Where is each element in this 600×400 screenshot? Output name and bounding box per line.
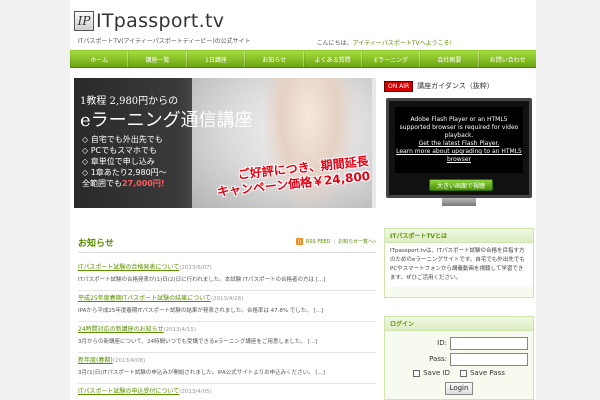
about-text: ITpassport.tvは、ITパスポート試験の合格を目指す方のためのeラーニ… [385,243,533,287]
news-item-title[interactable]: ITパスポート試験の申込受付について [78,388,179,395]
banner-feature-list: ◇ 自宅でも外出先でも ◇ PCでもスマホでも ◇ 章単位で申し込み ◇ 1章あ… [82,134,167,189]
right-background [536,0,600,400]
page: IP ITpassport.tv ITパスポートTV(アイティーパスポートティー… [0,0,600,400]
news-item-title[interactable]: 平成25年度春期ITパスポート試験の結果について [78,295,211,302]
id-input[interactable] [450,337,528,350]
video-player[interactable]: Adobe Flash Player or an HTML5 supported… [395,107,523,173]
html5-link[interactable]: Learn more about upgrading to an HTML5 b… [395,148,523,164]
banner-feature: ◇ 章単位で申し込み [82,157,155,166]
news-section-title: お知らせ [78,239,114,249]
left-background [0,0,70,400]
divider [78,383,376,384]
save-id-label: Save ID [423,369,450,377]
news-item: 24時間対応の新講座のお知らせ(2013/4/15) 3月からの新講座について、… [78,324,376,353]
about-box: ITパスポートTVとは ITpassport.tvは、ITパスポート試験の合格を… [384,228,534,298]
video-title: 講座ガイダンス（抜粋） [417,82,494,90]
banner-title: eラーニング通信講座 [80,110,253,131]
pass-label: Pass: [429,355,447,363]
news-item-date: (2013/4/26) [210,296,244,302]
player-message: Adobe Flash Player or an HTML5 supported… [399,116,519,139]
save-pass-label: Save Pass [469,369,505,377]
id-label: ID: [437,339,447,347]
login-form: ID: Pass: Save ID Save Pass Login [385,331,533,399]
id-row: ID: [390,337,528,350]
tv-stand [442,198,476,206]
news-item-title[interactable]: 新年度(春期) [78,357,113,364]
tv-frame: Adobe Flash Player or an HTML5 supported… [386,98,532,198]
promo-banner[interactable]: 1教程 2,980円からの eラーニング通信講座 ◇ 自宅でも外出先でも ◇ P… [74,78,376,208]
divider [78,290,376,291]
banner-feature: 全範囲でも27,000円! [82,179,165,188]
welcome-prefix: こんにちは、 [316,40,353,47]
nav-item-elearning[interactable]: Eラーニング [361,51,421,67]
news-item-date: (2013/4/15) [163,327,197,333]
site-logo[interactable]: IP ITpassport.tv [74,10,224,32]
rss-feed-link[interactable]: RSS FEED [306,239,330,245]
news-item-date: (2013/4/05) [179,389,212,395]
banner-feature: ◇ 自宅でも外出先でも [82,135,163,144]
pass-row: Pass: [390,353,528,366]
pass-input[interactable] [450,353,528,366]
welcome-link[interactable]: アイティーパスポートTV [353,40,420,47]
news-item-excerpt: 3月(1)日(ITパスポート試験の申込みが開始されました。IPA公式サイトよりお… [78,370,325,376]
news-item-title[interactable]: ITパスポート試験の合格発表について [78,264,179,271]
nav-item-news[interactable]: お知らせ [245,51,304,67]
news-item-excerpt: ITパスポート試験の合格発表が(1)日(2)日に行われました。本試験 ITパスポ… [78,277,326,283]
logo-mark: IP [74,11,94,31]
nav-item-courses[interactable]: 講座一覧 [128,51,187,67]
news-item-excerpt: IPAから平成25年度春期ITパスポート試験の結果が発表されました。合格率は 4… [78,308,324,314]
divider [78,352,376,353]
content-wrapper: IP ITpassport.tv ITパスポートTV(アイティーパスポートティー… [70,0,536,400]
fullscreen-watch-button[interactable]: 大きい画面で視聴 [429,179,493,191]
news-item-date: (2013/6/07) [179,265,212,271]
divider [78,252,376,253]
news-item-title[interactable]: 24時間対応の新講座のお知らせ [78,326,164,333]
rss-links: )) RSS FEED | お知らせ一覧へ» [296,238,377,245]
news-list-link[interactable]: お知らせ一覧へ» [338,238,376,245]
rss-icon[interactable]: )) [296,238,303,245]
banner-subtitle: 1教程 2,980円からの [80,96,179,107]
main-nav: ホーム 講座一覧 1日講座 お知らせ よくある質問 Eラーニング 会社概要 お問… [70,50,536,68]
nav-item-one-day[interactable]: 1日講座 [186,51,246,67]
login-button[interactable]: Login [445,382,473,395]
logo-text: ITpassport.tv [96,10,225,32]
save-options: Save ID Save Pass [390,369,528,378]
news-item: ITパスポート試験の申込受付について(2013/4/05) [78,386,376,395]
nav-item-home[interactable]: ホーム [70,51,129,67]
welcome-message: こんにちは、アイティーパスポートTVへようこそ! [317,38,452,47]
welcome-suffix: へようこそ! [419,40,452,47]
login-title: ログイン [385,317,533,331]
nav-item-contact[interactable]: お問い合わせ [478,51,536,67]
site-tagline: ITパスポートTV(アイティーパスポートティービー)の公式サイト [78,38,251,45]
news-item: 平成25年度春期ITパスポート試験の結果について(2013/4/26) IPAか… [78,293,376,322]
about-title: ITパスポートTVとは [385,229,533,243]
news-item: ITパスポート試験の合格発表について(2013/6/07) ITパスポート試験の… [78,262,376,291]
on-air-badge: ON AIR [384,80,414,92]
news-item-excerpt: 3月からの新講座について、24時間いつでも受講できるeラーニング講座をご用意しま… [78,339,318,345]
flash-link[interactable]: Get the latest Flash Player. [419,140,500,148]
news-item-date: (2013/4/08) [112,358,146,364]
banner-feature: ◇ PCでもスマホでも [82,146,157,155]
banner-feature: ◇ 1章あたり2,980円〜 [82,168,167,177]
nav-item-company[interactable]: 会社概要 [420,51,479,67]
news-item: 新年度(春期)(2013/4/08) 3月(1)日(ITパスポート試験の申込みが… [78,355,376,384]
save-pass-checkbox[interactable]: Save Pass [459,369,505,378]
save-id-checkbox[interactable]: Save ID [413,369,450,378]
video-header: ON AIR 講座ガイダンス（抜粋） [384,78,534,94]
video-panel: ON AIR 講座ガイダンス（抜粋） Adobe Flash Player or… [384,78,534,208]
nav-item-faq[interactable]: よくある質問 [303,51,362,67]
login-box: ログイン ID: Pass: Save ID Save Pass Login [384,316,534,400]
divider [78,321,376,322]
